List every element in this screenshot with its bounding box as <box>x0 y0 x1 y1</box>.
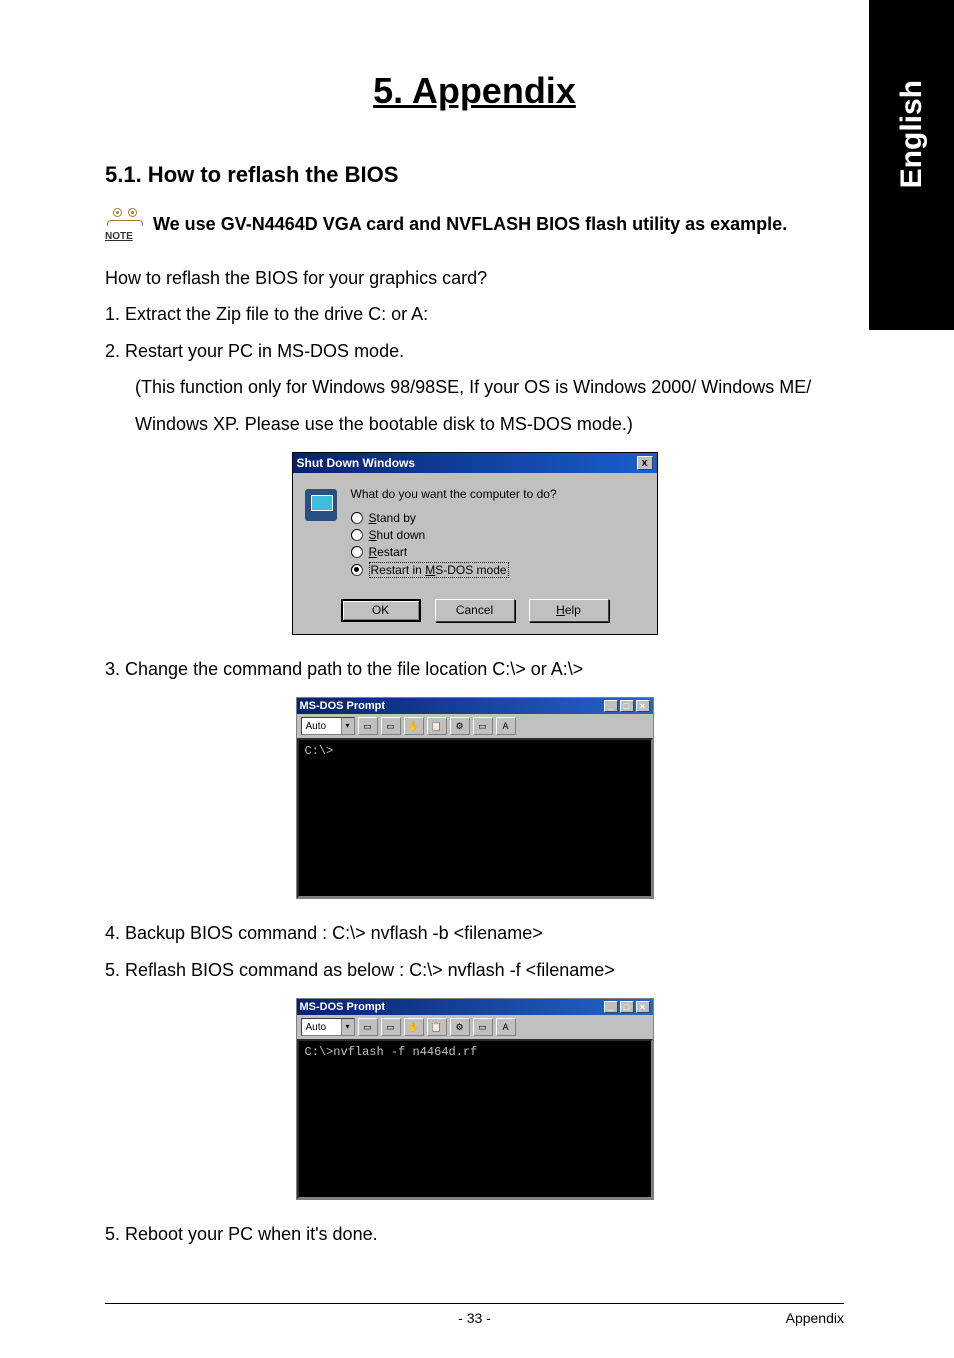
radio-icon <box>351 546 363 558</box>
radio-icon <box>351 512 363 524</box>
toolbar-btn[interactable]: 📋 <box>427 1018 447 1036</box>
toolbar-btn[interactable]: ✋ <box>404 1018 424 1036</box>
toolbar-btn[interactable]: ⚙ <box>450 717 470 735</box>
note-icon: NOTE <box>105 208 145 240</box>
toolbar-btn[interactable]: A <box>496 717 516 735</box>
minimize-button[interactable]: _ <box>604 1001 618 1013</box>
language-tab: English <box>869 0 954 330</box>
step-2: 2. Restart your PC in MS-DOS mode. <box>105 335 844 367</box>
toolbar-btn[interactable]: ▭ <box>473 1018 493 1036</box>
step-3: 3. Change the command path to the file l… <box>105 653 844 685</box>
step-2a: (This function only for Windows 98/98SE,… <box>105 371 844 403</box>
dos-title-text: MS-DOS Prompt <box>300 1001 386 1013</box>
dialog-options: What do you want the computer to do? Sta… <box>351 487 645 581</box>
step-2b: Windows XP. Please use the bootable disk… <box>105 408 844 440</box>
option-msdos[interactable]: Restart in MS-DOS mode <box>351 562 645 578</box>
shutdown-icon <box>305 489 337 521</box>
section-heading: 5.1. How to reflash the BIOS <box>105 162 844 188</box>
step-1: 1. Extract the Zip file to the drive C: … <box>105 298 844 330</box>
dos-toolbar: Auto▾ ▭ ▭ ✋ 📋 ⚙ ▭ A <box>297 1015 653 1039</box>
option-shutdown[interactable]: Shut down <box>351 528 645 542</box>
shutdown-dialog: Shut Down Windows x What do you want the… <box>292 452 658 635</box>
help-button[interactable]: Help <box>529 599 609 622</box>
radio-icon <box>351 529 363 541</box>
font-size-select[interactable]: Auto▾ <box>301 717 355 735</box>
dos-window-1: MS-DOS Prompt _ □ × Auto▾ ▭ ▭ ✋ 📋 ⚙ ▭ A … <box>296 697 654 899</box>
window-buttons: _ □ × <box>604 700 650 712</box>
note-text: We use GV-N4464D VGA card and NVFLASH BI… <box>153 214 787 235</box>
close-button[interactable]: × <box>636 1001 650 1013</box>
note-icon-label: NOTE <box>105 231 133 242</box>
option-restart-label: Restart <box>369 545 408 559</box>
toolbar-btn[interactable]: A <box>496 1018 516 1036</box>
dialog-question: What do you want the computer to do? <box>351 487 645 501</box>
dialog-titlebar: Shut Down Windows x <box>293 453 657 473</box>
option-standby-label: Stand by <box>369 511 416 525</box>
dialog-title-text: Shut Down Windows <box>297 456 416 470</box>
ok-button[interactable]: OK <box>341 599 421 622</box>
footer-row: - 33 - Appendix <box>105 1310 844 1326</box>
page-content: 5. Appendix 5.1. How to reflash the BIOS… <box>0 0 954 1295</box>
option-standby[interactable]: Stand by <box>351 511 645 525</box>
cancel-button[interactable]: Cancel <box>435 599 515 622</box>
option-shutdown-label: Shut down <box>369 528 426 542</box>
dos-toolbar: Auto▾ ▭ ▭ ✋ 📋 ⚙ ▭ A <box>297 714 653 738</box>
minimize-button[interactable]: _ <box>604 700 618 712</box>
dos-prompt-figure-1: MS-DOS Prompt _ □ × Auto▾ ▭ ▭ ✋ 📋 ⚙ ▭ A … <box>105 697 844 899</box>
footer-rule <box>105 1303 844 1304</box>
page-footer: - 33 - Appendix <box>0 1303 954 1326</box>
dos-line: C:\> <box>305 744 334 758</box>
dos-screen[interactable]: C:\> <box>297 738 653 898</box>
radio-icon-checked <box>351 564 363 576</box>
close-button[interactable]: x <box>637 456 653 470</box>
toolbar-btn[interactable]: ▭ <box>381 1018 401 1036</box>
footer-left <box>105 1310 185 1326</box>
toolbar-btn[interactable]: ▭ <box>358 1018 378 1036</box>
font-size-select[interactable]: Auto▾ <box>301 1018 355 1036</box>
toolbar-btn[interactable]: 📋 <box>427 717 447 735</box>
note-row: NOTE We use GV-N4464D VGA card and NVFLA… <box>105 208 844 240</box>
dos-screen[interactable]: C:\>nvflash -f n4464d.rf <box>297 1039 653 1199</box>
toolbar-btn[interactable]: ▭ <box>358 717 378 735</box>
toolbar-btn[interactable]: ⚙ <box>450 1018 470 1036</box>
option-restart[interactable]: Restart <box>351 545 645 559</box>
step-4: 4. Backup BIOS command : C:\> nvflash -b… <box>105 917 844 949</box>
page-number: - 33 - <box>185 1310 764 1326</box>
dos-titlebar: MS-DOS Prompt _ □ × <box>297 698 653 714</box>
toolbar-btn[interactable]: ✋ <box>404 717 424 735</box>
option-msdos-label: Restart in MS-DOS mode <box>369 562 509 578</box>
dos-title-text: MS-DOS Prompt <box>300 700 386 712</box>
step-5: 5. Reflash BIOS command as below : C:\> … <box>105 954 844 986</box>
dos-window-2: MS-DOS Prompt _ □ × Auto▾ ▭ ▭ ✋ 📋 ⚙ ▭ A … <box>296 998 654 1200</box>
step-6: 5. Reboot your PC when it's done. <box>105 1218 844 1250</box>
dos-prompt-figure-2: MS-DOS Prompt _ □ × Auto▾ ▭ ▭ ✋ 📋 ⚙ ▭ A … <box>105 998 844 1200</box>
maximize-button[interactable]: □ <box>620 1001 634 1013</box>
language-tab-text: English <box>895 80 929 188</box>
maximize-button[interactable]: □ <box>620 700 634 712</box>
dialog-buttons: OK Cancel Help <box>293 595 657 634</box>
close-button[interactable]: × <box>636 700 650 712</box>
intro-question: How to reflash the BIOS for your graphic… <box>105 262 844 294</box>
page-title: 5. Appendix <box>105 70 844 112</box>
dos-titlebar: MS-DOS Prompt _ □ × <box>297 999 653 1015</box>
dos-line: C:\>nvflash -f n4464d.rf <box>305 1045 478 1059</box>
shutdown-dialog-figure: Shut Down Windows x What do you want the… <box>105 452 844 635</box>
footer-section: Appendix <box>764 1310 844 1326</box>
dialog-body: What do you want the computer to do? Sta… <box>293 473 657 595</box>
toolbar-btn[interactable]: ▭ <box>381 717 401 735</box>
window-buttons: _ □ × <box>604 1001 650 1013</box>
toolbar-btn[interactable]: ▭ <box>473 717 493 735</box>
